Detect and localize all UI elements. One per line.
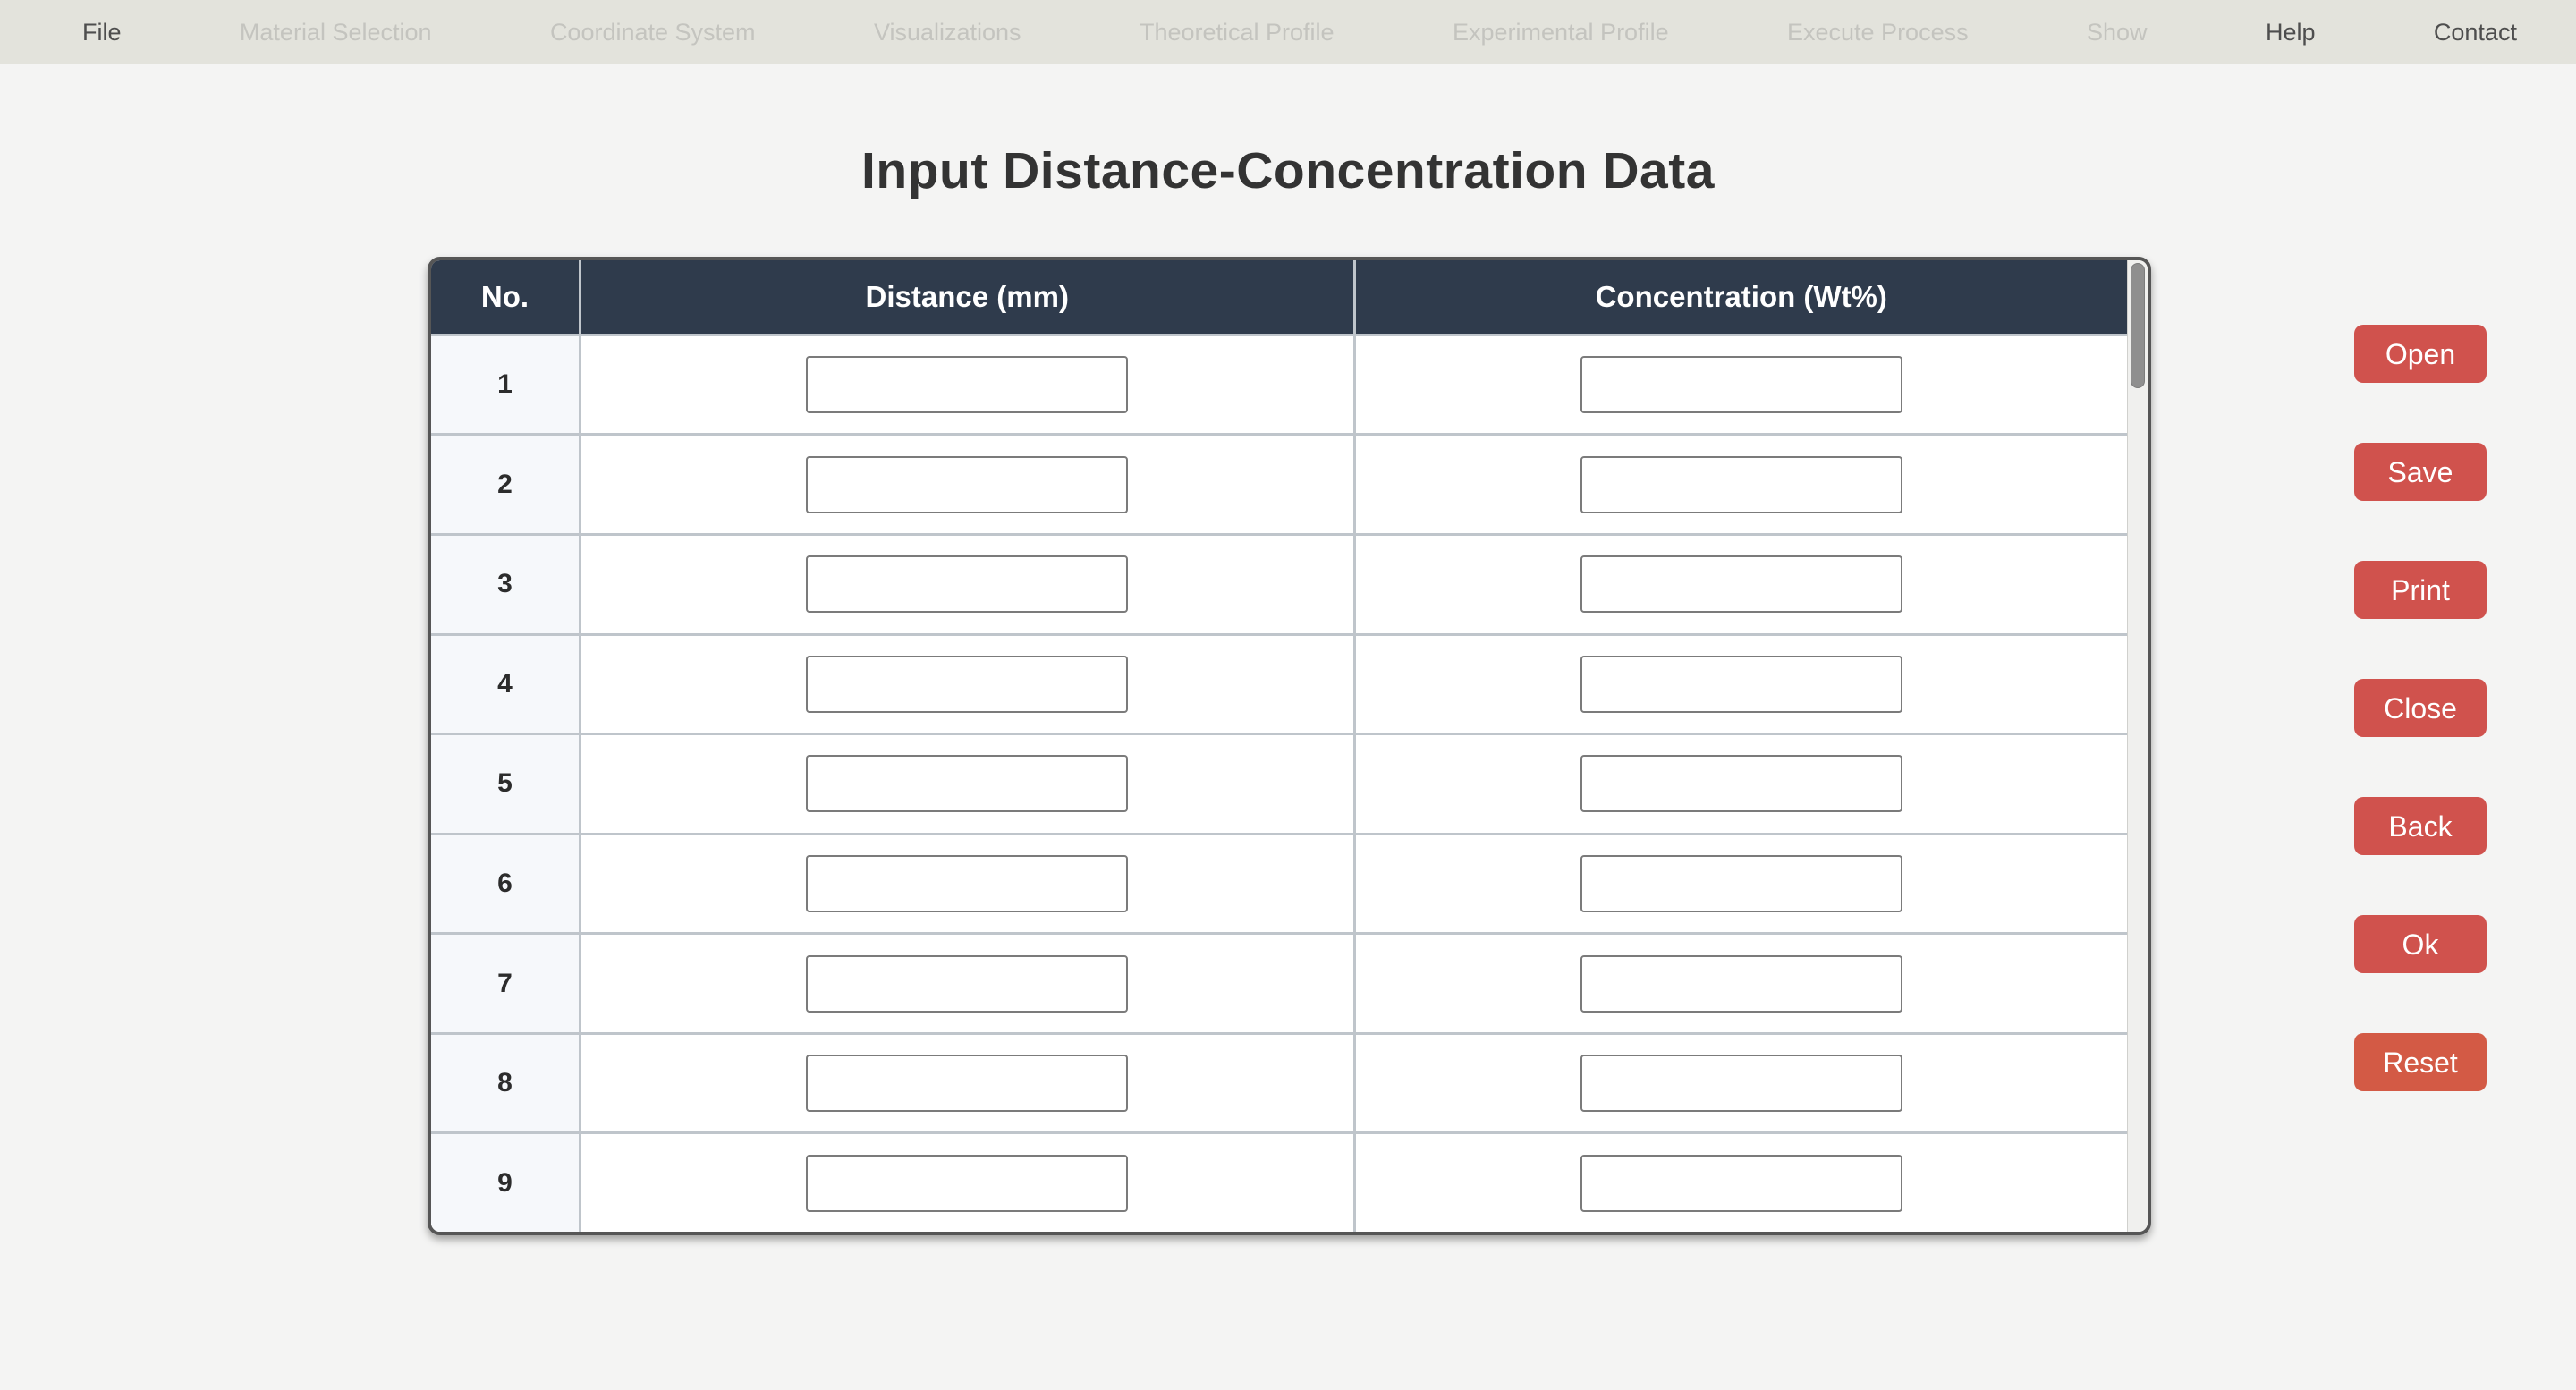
row-number: 2 [431, 436, 581, 534]
concentration-input[interactable] [1580, 555, 1902, 614]
table-row: 8 [431, 1031, 2127, 1132]
menu-item-experimental-profile: Experimental Profile [1452, 18, 1669, 46]
table-row: 9 [431, 1131, 2127, 1232]
distance-concentration-table: No. Distance (mm) Concentration (Wt%) 1 … [428, 257, 2151, 1235]
header-no: No. [431, 260, 581, 334]
page-title: Input Distance-Concentration Data [861, 142, 1715, 199]
menu-item-show: Show [2087, 18, 2148, 46]
distance-input[interactable] [806, 555, 1129, 614]
reset-button[interactable]: Reset [2354, 1033, 2487, 1091]
table-row: 3 [431, 533, 2127, 633]
table-scrollbar-thumb[interactable] [2131, 263, 2145, 388]
table-row: 5 [431, 733, 2127, 833]
table-row: 2 [431, 433, 2127, 534]
print-button[interactable]: Print [2354, 561, 2487, 619]
save-button[interactable]: Save [2354, 443, 2487, 501]
table-row: 7 [431, 932, 2127, 1032]
menu-item-execute-process: Execute Process [1787, 18, 1969, 46]
concentration-input[interactable] [1580, 1055, 1902, 1113]
concentration-input[interactable] [1580, 655, 1902, 713]
menu-item-material-selection: Material Selection [239, 18, 432, 46]
table-row: 1 [431, 333, 2127, 434]
header-distance: Distance (mm) [581, 260, 1356, 334]
row-number: 4 [431, 635, 581, 733]
concentration-input[interactable] [1580, 356, 1902, 414]
menu-item-visualizations: Visualizations [873, 18, 1021, 46]
menu-item-coordinate-system: Coordinate System [549, 18, 756, 46]
concentration-input[interactable] [1580, 855, 1902, 912]
concentration-input[interactable] [1580, 455, 1902, 513]
row-number: 9 [431, 1134, 581, 1232]
menubar: File Material Selection Coordinate Syste… [0, 0, 2576, 64]
distance-input[interactable] [806, 356, 1129, 414]
ok-button[interactable]: Ok [2354, 915, 2487, 973]
table-row: 6 [431, 832, 2127, 933]
row-number: 1 [431, 335, 581, 434]
table-row: 4 [431, 632, 2127, 733]
concentration-input[interactable] [1580, 755, 1902, 813]
row-number: 7 [431, 935, 581, 1032]
header-concentration: Concentration (Wt%) [1595, 279, 1887, 313]
distance-input[interactable] [806, 1154, 1129, 1212]
menu-item-contact[interactable]: Contact [2434, 19, 2517, 47]
row-number: 6 [431, 835, 581, 933]
menu-item-help[interactable]: Help [2266, 19, 2316, 47]
menu-item-file[interactable]: File [82, 19, 122, 47]
row-number: 3 [431, 536, 581, 633]
table-scrollbar-track[interactable] [2127, 260, 2148, 1232]
action-button-panel: Open Save Print Close Back Ok Reset [2354, 325, 2487, 1091]
table-header-row: No. Distance (mm) Concentration (Wt%) [431, 260, 2127, 334]
distance-input[interactable] [806, 755, 1129, 813]
distance-input[interactable] [806, 855, 1129, 912]
back-button[interactable]: Back [2354, 797, 2487, 855]
distance-input[interactable] [806, 655, 1129, 713]
row-number: 5 [431, 735, 581, 833]
row-number: 8 [431, 1034, 581, 1132]
distance-input[interactable] [806, 455, 1129, 513]
distance-input[interactable] [806, 1055, 1129, 1113]
close-button[interactable]: Close [2354, 679, 2487, 737]
open-button[interactable]: Open [2354, 325, 2487, 383]
distance-input[interactable] [806, 954, 1129, 1013]
concentration-input[interactable] [1580, 954, 1902, 1013]
menu-item-theoretical-profile: Theoretical Profile [1139, 18, 1335, 46]
concentration-input[interactable] [1580, 1154, 1902, 1212]
